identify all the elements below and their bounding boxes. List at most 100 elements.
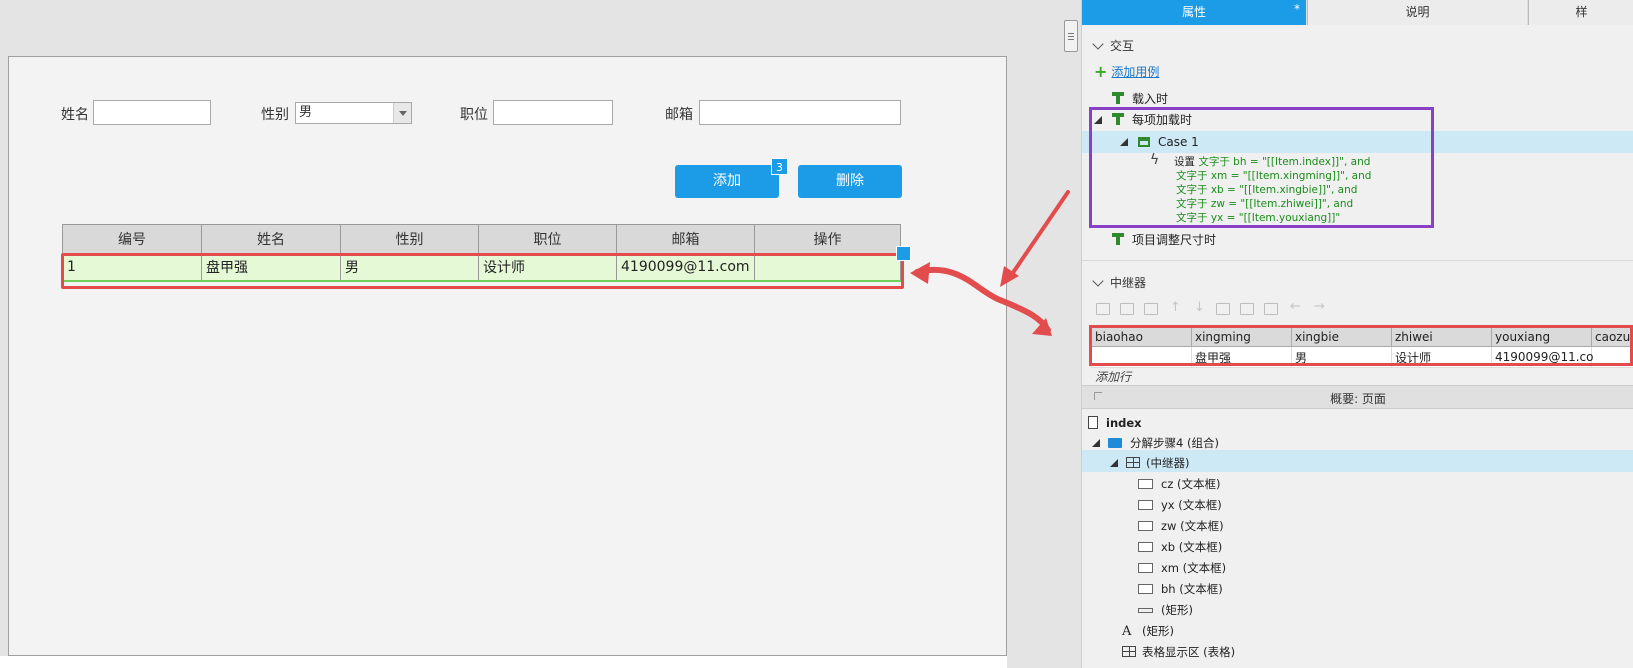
- text-field-icon: [1138, 479, 1153, 489]
- form-panel: 姓名 性别 男 职位 邮箱 添加 3 删除 编号 姓名 性别 职位 邮箱 操作 …: [8, 56, 1007, 656]
- outline-item-yx[interactable]: yx (文本框): [1138, 497, 1222, 513]
- outline-label: xb (文本框): [1161, 540, 1223, 554]
- delete-row-icon[interactable]: [1144, 303, 1158, 315]
- repeater-icon: [1126, 457, 1140, 468]
- repeater-section-header[interactable]: 中继器: [1092, 274, 1147, 291]
- outline-item-bh[interactable]: bh (文本框): [1138, 581, 1223, 597]
- expand-triangle-icon[interactable]: [1092, 439, 1100, 447]
- gender-label: 性别: [261, 107, 289, 123]
- gender-select[interactable]: 男: [295, 102, 412, 124]
- expand-triangle-icon[interactable]: [1110, 459, 1118, 467]
- folder-icon: [1108, 438, 1122, 448]
- rectangle-icon: [1138, 608, 1153, 613]
- chevron-down-icon[interactable]: [393, 103, 411, 123]
- outline-item-xb[interactable]: xb (文本框): [1138, 539, 1222, 555]
- outline-item-zw[interactable]: zw (文本框): [1138, 518, 1224, 534]
- outline-label: cz (文本框): [1161, 477, 1221, 491]
- event-on-load[interactable]: 载入时: [1112, 90, 1168, 107]
- col-header-position: 职位: [478, 224, 617, 254]
- col-header-action: 操作: [754, 224, 901, 254]
- outline-item-xm[interactable]: xm (文本框): [1138, 560, 1226, 576]
- design-canvas: 姓名 性别 男 职位 邮箱 添加 3 删除 编号 姓名 性别 职位 邮箱 操作 …: [0, 0, 1063, 668]
- add-case-label: 添加用例: [1111, 65, 1160, 79]
- text-field-icon: [1138, 542, 1153, 552]
- tab-properties-label: 属性: [1181, 5, 1206, 19]
- insert-row-icon[interactable]: [1096, 303, 1110, 315]
- outline-label: xm (文本框): [1161, 561, 1227, 575]
- col-header-email: 邮箱: [616, 224, 755, 254]
- outline-label: (矩形): [1142, 624, 1174, 638]
- arrow-down-icon[interactable]: ↓: [1194, 300, 1205, 315]
- event-icon: [1112, 233, 1124, 245]
- repeater-highlight-annotation: [1089, 325, 1633, 366]
- inspector-tabbar: 属性 * 说明 样: [1082, 0, 1633, 25]
- add-row-link[interactable]: 添加行: [1095, 368, 1131, 385]
- gender-select-value: 男: [299, 105, 313, 120]
- page-icon: [1088, 416, 1098, 429]
- interaction-section-header[interactable]: 交互: [1092, 37, 1135, 54]
- delete-column-icon[interactable]: [1264, 303, 1278, 315]
- chevron-down-icon: [1092, 275, 1104, 287]
- outline-label: zw (文本框): [1161, 519, 1224, 533]
- name-input[interactable]: [93, 100, 211, 125]
- outline-item-repeater[interactable]: (中继器): [1110, 455, 1189, 471]
- col-header-name: 姓名: [201, 224, 341, 254]
- text-field-icon: [1138, 521, 1153, 531]
- outline-label: (矩形): [1161, 603, 1193, 617]
- outline-item-cz[interactable]: cz (文本框): [1138, 476, 1221, 492]
- case-highlight-annotation: [1089, 107, 1434, 228]
- outline-item-table-area[interactable]: 表格显示区 (表格): [1122, 644, 1235, 660]
- outline-label: yx (文本框): [1161, 498, 1222, 512]
- text-field-icon: [1138, 500, 1153, 510]
- outline-label: (中继器): [1146, 456, 1190, 470]
- table-header-row: 编号 姓名 性别 职位 邮箱 操作: [62, 224, 901, 254]
- position-input[interactable]: [493, 100, 613, 125]
- insert-row-below-icon[interactable]: [1120, 303, 1134, 315]
- tab-properties[interactable]: 属性 *: [1082, 0, 1306, 25]
- plus-icon: +: [1094, 62, 1108, 81]
- outline-label: bh (文本框): [1161, 582, 1223, 596]
- outline-label: 分解步骤4 (组合): [1130, 436, 1219, 450]
- text-icon: A: [1122, 624, 1132, 639]
- position-label: 职位: [460, 107, 488, 123]
- name-label: 姓名: [61, 107, 89, 123]
- event-on-item-resize-label: 项目调整尺寸时: [1132, 233, 1217, 247]
- col-header-id: 编号: [62, 224, 202, 254]
- repeater-title: 中继器: [1110, 276, 1147, 290]
- event-on-load-label: 载入时: [1132, 92, 1169, 106]
- outline-item-rect[interactable]: (矩形): [1138, 602, 1193, 618]
- outline-label: 表格显示区 (表格): [1142, 645, 1236, 659]
- email-label: 邮箱: [665, 107, 693, 123]
- row-highlight-annotation: [61, 253, 904, 289]
- canvas-scrollbar-thumb[interactable]: [1064, 20, 1078, 52]
- insert-column-icon[interactable]: [1216, 303, 1230, 315]
- event-on-item-resize[interactable]: 项目调整尺寸时: [1112, 231, 1216, 248]
- table-icon: [1122, 646, 1136, 657]
- canvas-bottom-strip: [0, 656, 1007, 668]
- outline-item-group[interactable]: 分解步骤4 (组合): [1092, 435, 1219, 451]
- outline-label: index: [1106, 416, 1142, 430]
- arrow-right-icon[interactable]: →: [1314, 299, 1325, 314]
- tab-style[interactable]: 样: [1528, 0, 1633, 25]
- repeater-badge: [896, 246, 911, 261]
- arrow-left-icon[interactable]: ←: [1290, 299, 1301, 314]
- col-header-gender: 性别: [340, 224, 479, 254]
- add-case-link[interactable]: + 添加用例: [1094, 61, 1160, 81]
- outline-item-page[interactable]: index: [1088, 414, 1142, 430]
- add-button[interactable]: 添加: [675, 165, 779, 198]
- unsaved-mark: *: [1294, 2, 1300, 16]
- outline-header: 概要: 页面: [1082, 385, 1633, 409]
- section-divider: [1082, 260, 1633, 261]
- add-button-badge: 3: [771, 158, 788, 175]
- delete-button[interactable]: 删除: [798, 165, 902, 198]
- arrow-up-icon[interactable]: ↑: [1170, 300, 1181, 315]
- outline-title: 概要: 页面: [1330, 392, 1386, 406]
- text-field-icon: [1138, 563, 1153, 573]
- text-field-icon: [1138, 584, 1153, 594]
- insert-column-right-icon[interactable]: [1240, 303, 1254, 315]
- event-icon: [1112, 92, 1124, 104]
- tab-notes[interactable]: 说明: [1307, 0, 1527, 25]
- interaction-title: 交互: [1110, 39, 1135, 53]
- outline-item-text-rect[interactable]: A (矩形): [1122, 623, 1174, 639]
- email-input[interactable]: [699, 100, 901, 125]
